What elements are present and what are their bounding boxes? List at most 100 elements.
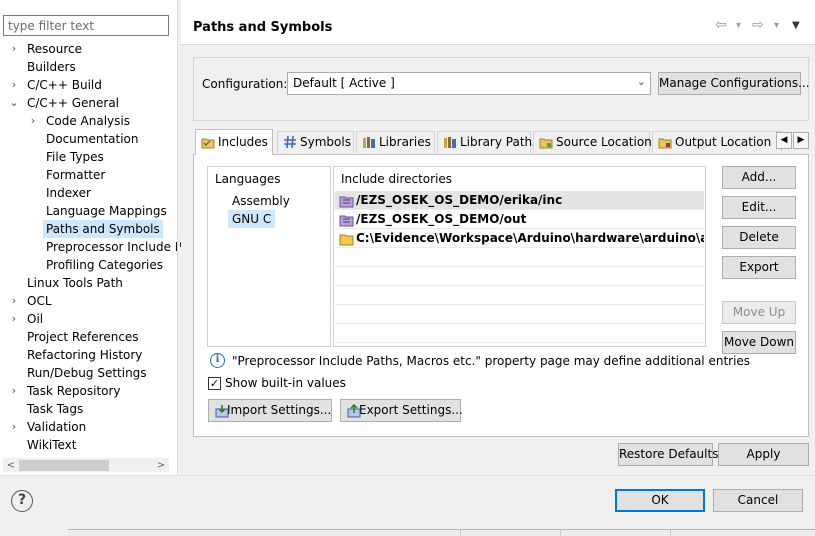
tree-expand-icon[interactable]: ›: [9, 418, 19, 436]
empty-row: [335, 267, 704, 286]
language-item[interactable]: GNU C: [228, 210, 276, 228]
tree-item-language-mappings[interactable]: Language Mappings: [46, 202, 167, 220]
tree-item-code-analysis[interactable]: Code Analysis: [46, 112, 130, 130]
tab-libraries[interactable]: Libraries: [356, 131, 435, 153]
tree-expand-icon[interactable]: ›: [9, 76, 19, 94]
show-builtin-values-label: Show built-in values: [225, 376, 346, 390]
tab-label: Source Location: [556, 135, 652, 149]
include-directories-header: Include directories: [341, 172, 453, 186]
libraries-icon: [363, 137, 375, 148]
back-arrow-icon[interactable]: ⇦: [715, 17, 727, 33]
tree-item-resource[interactable]: Resource: [27, 40, 82, 58]
empty-row: [335, 305, 704, 324]
languages-list[interactable]: Languages Assembly GNU C: [207, 166, 331, 347]
configuration-select[interactable]: Default [ Active ] ⌄: [287, 72, 651, 95]
workspace-folder-icon: [339, 196, 354, 208]
tree-item-linux-tools-path[interactable]: Linux Tools Path: [27, 274, 123, 292]
tab-output-location[interactable]: Output Location: [652, 131, 782, 153]
library-paths-icon: [444, 137, 456, 148]
tree-horizontal-scrollbar[interactable]: < >: [3, 457, 169, 472]
tree-expand-icon[interactable]: ›: [28, 112, 38, 130]
scroll-thumb[interactable]: [19, 460, 109, 471]
tree-item-c-c-general[interactable]: C/C++ General: [27, 94, 119, 112]
tree-item-profiling-categories[interactable]: Profiling Categories: [46, 256, 163, 274]
include-directory-row[interactable]: /EZS_OSEK_OS_DEMO/erika/inc: [335, 191, 704, 210]
export-button[interactable]: Export: [722, 256, 796, 279]
edit-button[interactable]: Edit...: [722, 196, 796, 219]
tree-item-refactoring-history[interactable]: Refactoring History: [27, 346, 142, 364]
tree-item-file-types[interactable]: File Types: [46, 148, 104, 166]
tree-item-task-tags[interactable]: Task Tags: [27, 400, 83, 418]
tab-source-location[interactable]: Source Location: [533, 131, 652, 153]
restore-defaults-button[interactable]: Restore Defaults: [618, 443, 718, 466]
manage-configurations-button[interactable]: Manage Configurations...: [658, 72, 810, 95]
tree-item-builders[interactable]: Builders: [27, 58, 76, 76]
tree-expand-open-icon[interactable]: ⌄: [9, 94, 19, 112]
tab-library-paths[interactable]: Library Paths: [437, 131, 538, 153]
export-settings-icon: [347, 404, 361, 418]
tree-item-formatter[interactable]: Formatter: [46, 166, 105, 184]
tree-item-project-references[interactable]: Project References: [27, 328, 139, 346]
delete-button[interactable]: Delete: [722, 226, 796, 249]
languages-header: Languages: [215, 172, 281, 186]
tree-item-run-debug-settings[interactable]: Run/Debug Settings: [27, 364, 147, 382]
include-directory-row[interactable]: C:\Evidence\Workspace\Arduino\hardware\a…: [335, 229, 704, 248]
tree-item-validation[interactable]: Validation: [27, 418, 86, 436]
tab-scroll-right-icon[interactable]: ▶: [793, 132, 809, 149]
scroll-right-icon[interactable]: >: [154, 458, 168, 473]
include-path: C:\Evidence\Workspace\Arduino\hardware\a…: [356, 231, 704, 245]
tree-expand-icon[interactable]: ›: [9, 40, 19, 58]
tree-item-task-repository[interactable]: Task Repository: [27, 382, 121, 400]
forward-arrow-icon[interactable]: ⇨: [752, 17, 764, 33]
include-directories-table[interactable]: Include directories /EZS_OSEK_OS_DEMO/er…: [333, 166, 706, 347]
tree-expand-icon[interactable]: ›: [9, 292, 19, 310]
back-dropdown-icon[interactable]: ▾: [736, 20, 741, 31]
view-menu-icon[interactable]: ▼: [792, 20, 800, 31]
folder-includes-icon: [201, 138, 215, 149]
tree-item-paths-and-symbols[interactable]: Paths and Symbols: [43, 220, 163, 238]
tab-label: Includes: [218, 135, 268, 149]
filter-input[interactable]: [3, 15, 169, 36]
cancel-button[interactable]: Cancel: [713, 489, 803, 512]
move-down-button[interactable]: Move Down: [722, 331, 796, 354]
strip-divider: [670, 530, 671, 536]
tree-item-wikitext[interactable]: WikiText: [27, 436, 77, 454]
apply-button[interactable]: Apply: [718, 443, 809, 466]
tree-item-oil[interactable]: Oil: [27, 310, 43, 328]
configuration-value: Default [ Active ]: [293, 76, 395, 90]
tree-item-c-c-build[interactable]: C/C++ Build: [27, 76, 102, 94]
help-icon[interactable]: ?: [11, 490, 33, 512]
language-item[interactable]: Assembly: [228, 192, 294, 210]
configuration-group: Configuration: Default [ Active ] ⌄ Mana…: [193, 57, 810, 121]
empty-row: [335, 324, 704, 343]
export-settings-label: Export Settings...: [359, 403, 463, 417]
tree-expand-icon[interactable]: ›: [9, 382, 19, 400]
import-settings-button[interactable]: Import Settings...: [208, 399, 332, 422]
tree-item-indexer[interactable]: Indexer: [46, 184, 91, 202]
tab-includes[interactable]: Includes: [195, 129, 273, 155]
import-settings-icon: [215, 405, 229, 418]
info-note: "Preprocessor Include Paths, Macros etc.…: [232, 354, 751, 368]
tree-item-documentation[interactable]: Documentation: [46, 130, 139, 148]
page-title: Paths and Symbols: [193, 20, 333, 35]
tab-symbols[interactable]: Symbols: [277, 131, 354, 153]
hash-icon: [284, 135, 296, 149]
scroll-left-icon[interactable]: <: [4, 458, 18, 473]
checkbox-check-icon[interactable]: ✓: [208, 377, 221, 390]
forward-dropdown-icon[interactable]: ▾: [774, 20, 779, 31]
tab-scroll-left-icon[interactable]: ◀: [776, 132, 792, 149]
tree-item-preprocessor-include-pa[interactable]: Preprocessor Include Pa: [46, 238, 189, 256]
tree-item-ocl[interactable]: OCL: [27, 292, 52, 310]
output-folder-icon: [658, 138, 672, 149]
include-directory-row[interactable]: /EZS_OSEK_OS_DEMO/out: [335, 210, 704, 229]
export-settings-button[interactable]: Export Settings...: [340, 399, 463, 422]
import-settings-label: Import Settings...: [227, 403, 332, 417]
strip-divider: [560, 530, 561, 536]
add-button[interactable]: Add...: [722, 166, 796, 189]
tab-bar: Includes Symbols Libraries Library Paths Sou…: [195, 129, 792, 155]
strip-divider: [460, 530, 461, 536]
move-up-button[interactable]: Move Up: [722, 301, 796, 324]
tree-expand-icon[interactable]: ›: [9, 310, 19, 328]
pane-divider[interactable]: [177, 0, 180, 475]
ok-button[interactable]: OK: [615, 489, 705, 512]
